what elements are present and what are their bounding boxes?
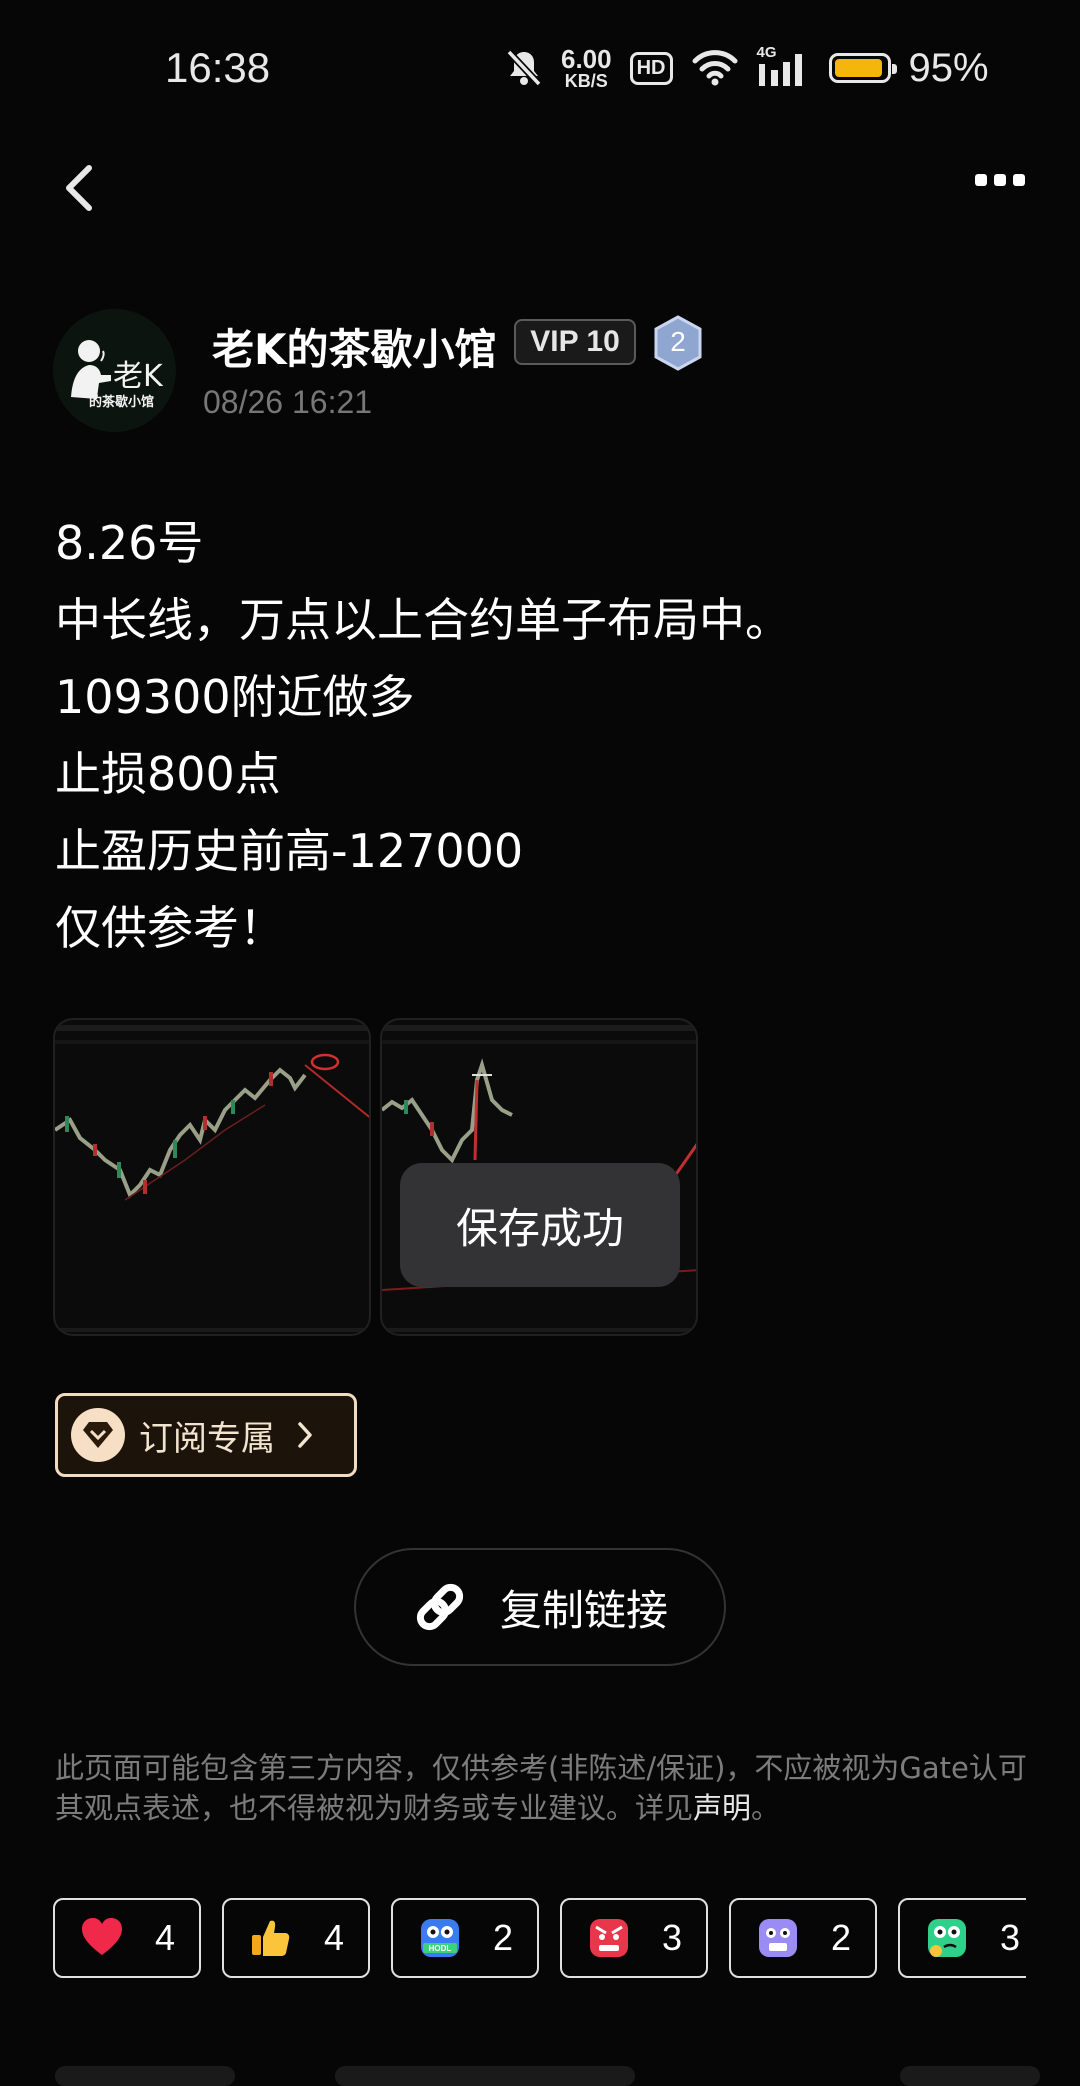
reaction-thinking[interactable]: 3 (898, 1898, 1026, 1978)
reaction-count: 3 (661, 1917, 683, 1958)
post-line: 仅供参考！ (55, 901, 285, 955)
copy-link-label: 复制链接 (499, 1585, 668, 1635)
reaction-count: 4 (154, 1917, 176, 1958)
post-line: 止损800点 (55, 747, 281, 801)
author-avatar[interactable]: 老K 的茶歇小馆 (53, 309, 176, 432)
bottom-tab-hint (55, 2066, 235, 2086)
bottom-tab-hint (900, 2066, 1040, 2086)
bottom-tab-hint (335, 2066, 635, 2086)
subscribe-label: 订阅专属 (139, 1418, 275, 1459)
scared-emoji-icon (758, 1919, 797, 1957)
level-badge: 2 (652, 315, 704, 371)
avatar-text-small: 的茶歇小馆 (89, 395, 155, 410)
vip-badge: VIP 10 (514, 319, 636, 365)
post-body: 8.26号 中长线，万点以上合约单子布局中。 109300附近做多 止损800点… (55, 505, 1035, 967)
reaction-scared[interactable]: 2 (729, 1898, 877, 1978)
post-line: 109300附近做多 (55, 670, 415, 724)
post-timestamp: 08/26 16:21 (203, 384, 373, 420)
author-name[interactable]: 老K的茶歇小馆 (212, 316, 497, 377)
wifi-icon (692, 50, 737, 86)
disclaimer-end: 。 (751, 1791, 781, 1825)
reaction-count: 3 (999, 1917, 1021, 1958)
disclaimer: 此页面可能包含第三方内容，仅供参考(非陈述/保证)，不应被视为Gate认可其观点… (55, 1748, 1035, 1828)
reaction-thumbs-up[interactable]: 4 (222, 1898, 370, 1978)
hd-icon: HD (629, 51, 673, 85)
reactions-bar: 4 4 HODL 2 3 2 3 (53, 1898, 1026, 1980)
cell-signal: 4G (757, 44, 811, 88)
net-speed-value: 6.00 (561, 44, 612, 74)
post-line: 8.26号 (55, 516, 204, 570)
chevron-right-icon (298, 1422, 312, 1448)
mute-bell-icon (506, 49, 542, 87)
angry-emoji-icon (589, 1919, 628, 1957)
post-image-chart-1[interactable] (53, 1018, 371, 1336)
battery-fill (834, 59, 882, 77)
battery-percent: 95% (908, 45, 989, 90)
link-icon (416, 1583, 464, 1631)
level-number: 2 (670, 326, 686, 357)
thinking-emoji-icon (927, 1919, 966, 1957)
subscribe-button[interactable]: 订阅专属 (55, 1393, 357, 1477)
more-button[interactable] (975, 165, 1035, 195)
more-dot (975, 174, 987, 186)
status-icons: 6.00 KB/S HD 4G 95% (505, 40, 989, 96)
reaction-hodl[interactable]: HODL 2 (391, 1898, 539, 1978)
post-line: 中长线，万点以上合约单子布局中。 (55, 593, 791, 647)
back-button[interactable] (55, 160, 105, 216)
disclaimer-text: 此页面可能包含第三方内容，仅供参考(非陈述/保证)，不应被视为Gate认可其观点… (55, 1751, 1027, 1825)
net-speed: 6.00 KB/S (561, 46, 612, 90)
hodl-emoji-icon: HODL (420, 1919, 459, 1957)
reaction-count: 2 (830, 1917, 852, 1958)
post-line: 止盈历史前高-127000 (55, 824, 524, 878)
more-dot (1013, 174, 1025, 186)
heart-icon (81, 1918, 122, 1955)
battery-icon (828, 53, 897, 83)
toast-message: 保存成功 (400, 1163, 680, 1287)
avatar-text-large: 老K (113, 359, 163, 394)
diamond-icon (71, 1408, 125, 1462)
reaction-count: 2 (492, 1917, 514, 1958)
copy-link-button[interactable]: 复制链接 (354, 1548, 726, 1666)
disclaimer-link[interactable]: 声明 (693, 1791, 751, 1825)
reaction-count: 4 (323, 1917, 345, 1958)
reaction-angry[interactable]: 3 (560, 1898, 708, 1978)
chevron-left-icon (66, 165, 92, 211)
status-time: 16:38 (165, 44, 271, 91)
svg-text:HODL: HODL (429, 1944, 452, 1953)
net-speed-unit: KB/S (564, 71, 608, 91)
candlestick-chart-thumbnail (55, 1025, 369, 1332)
thumbs-up-icon (251, 1920, 290, 1956)
signal-bars-icon (758, 54, 802, 86)
reaction-heart[interactable]: 4 (53, 1898, 201, 1978)
more-dot (994, 174, 1006, 186)
